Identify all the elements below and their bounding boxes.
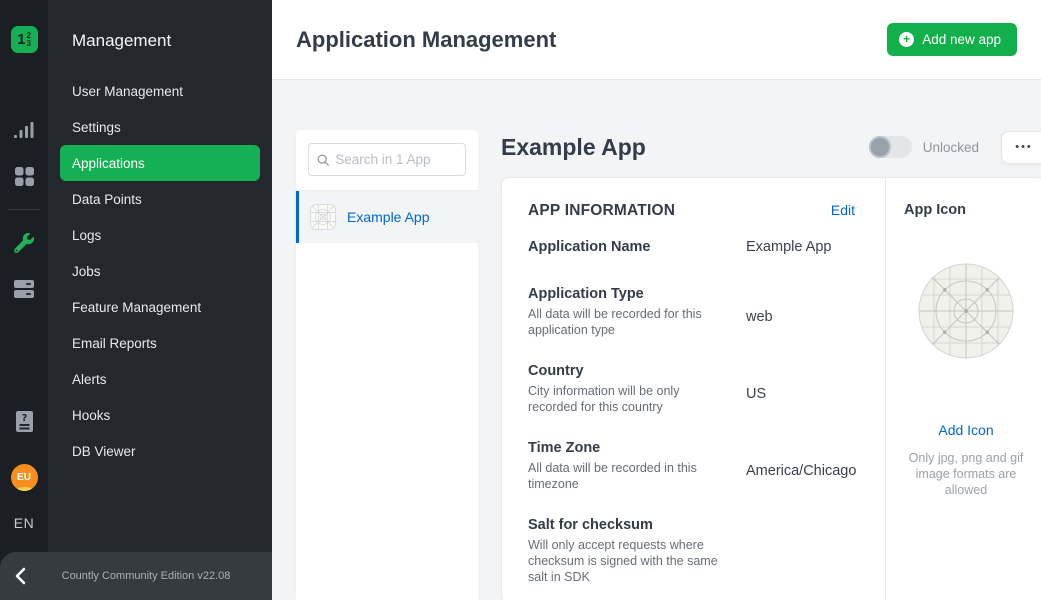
page-header: Application Management + Add new app	[272, 0, 1041, 80]
app-information-section: APP INFORMATION Edit Application Name Ex…	[502, 178, 885, 600]
field-label: Application Type	[528, 286, 746, 302]
info-row-application-type: Application Type All data will be record…	[528, 286, 855, 338]
add-icon-link[interactable]: Add Icon	[904, 422, 1028, 438]
version-label: Countly Community Edition v22.08	[40, 570, 272, 582]
analytics-icon[interactable]	[13, 119, 35, 141]
sidebar-item-data-points[interactable]: Data Points	[60, 181, 260, 217]
info-row-salt-for-checksum: Salt for checksum Will only accept reque…	[528, 517, 855, 585]
content-area: Example App Example App Unlocked ••• APP…	[272, 80, 1041, 600]
page-title: Application Management	[296, 27, 887, 53]
rail-divider	[8, 209, 40, 210]
app-detail-header: Example App Unlocked •••	[501, 129, 1041, 165]
app-icon-preview	[904, 263, 1028, 359]
section-title: APP INFORMATION	[528, 202, 831, 220]
field-desc: All data will be recorded in this timezo…	[528, 460, 746, 492]
countly-logo-icon[interactable]: 1 23	[11, 26, 38, 53]
app-icon-placeholder	[918, 263, 1014, 359]
sidebar-item-settings[interactable]: Settings	[60, 109, 260, 145]
sidebar-item-email-reports[interactable]: Email Reports	[60, 325, 260, 361]
app-detail-title: Example App	[501, 134, 869, 161]
language-selector[interactable]: EN	[14, 515, 34, 531]
app-list-item-example-app[interactable]: Example App	[296, 191, 478, 243]
add-new-app-button[interactable]: + Add new app	[887, 23, 1017, 56]
field-desc: Will only accept requests where checksum…	[528, 537, 746, 585]
data-manager-icon[interactable]	[13, 278, 35, 300]
management-wrench-icon[interactable]	[13, 232, 35, 254]
field-value: America/Chicago	[746, 463, 856, 492]
field-value: web	[746, 309, 855, 338]
application-management-screen: 1 23	[0, 0, 1041, 600]
lock-toggle[interactable]	[869, 136, 912, 158]
app-icon-title: App Icon	[904, 202, 1028, 218]
field-desc: City information will be only recorded f…	[528, 383, 746, 415]
field-label: Salt for checksum	[528, 517, 746, 533]
add-new-app-label: Add new app	[922, 32, 1001, 47]
field-label: Application Name	[528, 239, 746, 255]
app-placeholder-icon	[310, 204, 336, 230]
plugins-grid-icon[interactable]	[13, 165, 35, 187]
sidebar-item-db-viewer[interactable]: DB Viewer	[60, 433, 260, 469]
app-information-card: APP INFORMATION Edit Application Name Ex…	[501, 177, 1041, 600]
svg-text:?: ?	[21, 413, 27, 424]
app-item-name: Example App	[347, 209, 430, 225]
field-value: US	[746, 386, 855, 415]
info-row-application-name: Application Name Example App	[528, 239, 855, 255]
app-search-wrap	[296, 130, 478, 191]
sidebar-title: Management	[48, 0, 272, 51]
lock-toggle-label: Unlocked	[923, 140, 979, 155]
sidebar-item-alerts[interactable]: Alerts	[60, 361, 260, 397]
info-row-time-zone: Time Zone All data will be recorded in t…	[528, 440, 855, 492]
field-label: Country	[528, 363, 746, 379]
sidebar-footer: Countly Community Edition v22.08	[0, 552, 272, 600]
collapse-sidebar-icon[interactable]	[0, 567, 40, 585]
sidebar-item-user-management[interactable]: User Management	[60, 73, 260, 109]
user-avatar[interactable]: EU	[11, 464, 38, 491]
edit-link[interactable]: Edit	[831, 202, 855, 218]
sidebar-item-hooks[interactable]: Hooks	[60, 397, 260, 433]
icon-rail: 1 23	[0, 0, 48, 600]
avatar-initials: EU	[17, 472, 31, 483]
field-value	[746, 540, 855, 585]
more-options-button[interactable]: •••	[1001, 131, 1041, 164]
app-icon-panel: App Icon	[885, 178, 1041, 600]
sidebar-item-applications[interactable]: Applications	[60, 145, 260, 181]
toggle-knob	[869, 136, 891, 158]
plus-icon: +	[899, 32, 914, 47]
app-search-box	[308, 143, 466, 176]
logo-digits: 23	[26, 32, 30, 48]
sidebar-item-feature-management[interactable]: Feature Management	[60, 289, 260, 325]
field-label: Time Zone	[528, 440, 746, 456]
sidebar-item-jobs[interactable]: Jobs	[60, 253, 260, 289]
sidebar-item-logs[interactable]: Logs	[60, 217, 260, 253]
logo-digit: 1	[17, 32, 25, 47]
app-list-panel: Example App	[296, 130, 478, 600]
info-row-country: Country City information will be only re…	[528, 363, 855, 415]
field-value: Example App	[746, 239, 855, 255]
search-icon	[317, 153, 329, 167]
icon-format-note: Only jpg, png and gif image formats are …	[904, 450, 1028, 498]
search-input[interactable]	[335, 152, 457, 167]
management-sidebar: Management User Management Settings Appl…	[48, 0, 272, 600]
field-desc: All data will be recorded for this appli…	[528, 306, 746, 338]
sidebar-menu-list: User Management Settings Applications Da…	[48, 73, 272, 469]
report-manager-icon[interactable]: ?	[13, 410, 35, 432]
section-header: APP INFORMATION Edit	[528, 202, 855, 220]
